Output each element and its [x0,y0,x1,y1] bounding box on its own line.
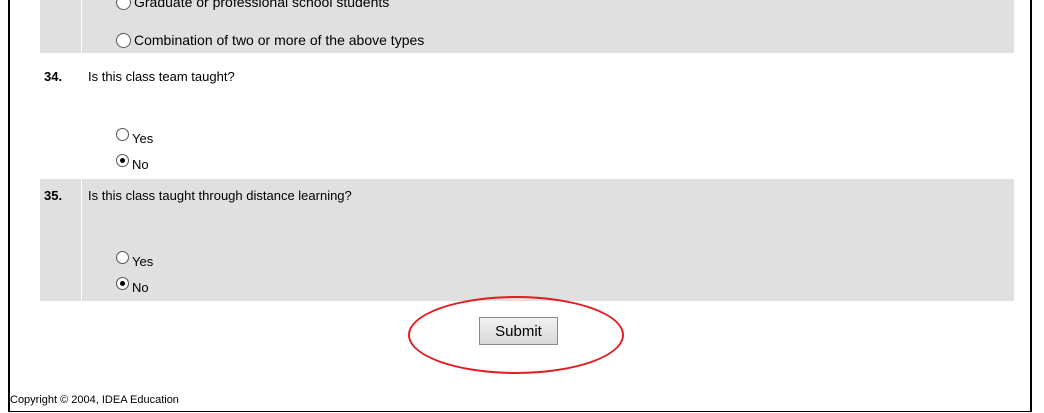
question-text: Is this class taught through distance le… [88,188,352,203]
radio-button[interactable] [116,32,131,48]
question-35-row: 35. Is this class taught through distanc… [40,179,1014,301]
q34-option-no[interactable]: No [116,153,149,172]
question-number: 34. [44,69,63,84]
radio-button-selected[interactable] [116,154,129,167]
radio-button[interactable] [116,128,129,141]
copyright-footer: Copyright © 2004, IDEA Education [10,394,179,406]
question-number: 35. [44,188,63,203]
question-text: Is this class team taught? [88,69,235,84]
option-label: Yes [132,131,154,146]
q35-option-no[interactable]: No [116,276,149,295]
survey-page-frame: Graduate or professional school students… [8,0,1032,412]
question-34-row: 34. Is this class team taught? Yes No [40,55,1014,177]
option-label: No [132,157,149,172]
q33-option-graduate[interactable]: Graduate or professional school students [116,0,389,10]
radio-button-selected[interactable] [116,277,129,290]
radio-button[interactable] [116,251,129,264]
radio-button[interactable] [116,0,131,10]
submit-button[interactable]: Submit [479,317,558,345]
option-label: Combination of two or more of the above … [134,32,425,48]
q34-option-yes[interactable]: Yes [116,127,153,146]
option-label: Yes [132,254,154,269]
question-33-row: Graduate or professional school students… [40,0,1014,53]
option-label: Graduate or professional school students [134,0,390,10]
q33-option-combination[interactable]: Combination of two or more of the above … [116,32,424,48]
q35-option-yes[interactable]: Yes [116,250,153,269]
option-label: No [132,280,149,295]
